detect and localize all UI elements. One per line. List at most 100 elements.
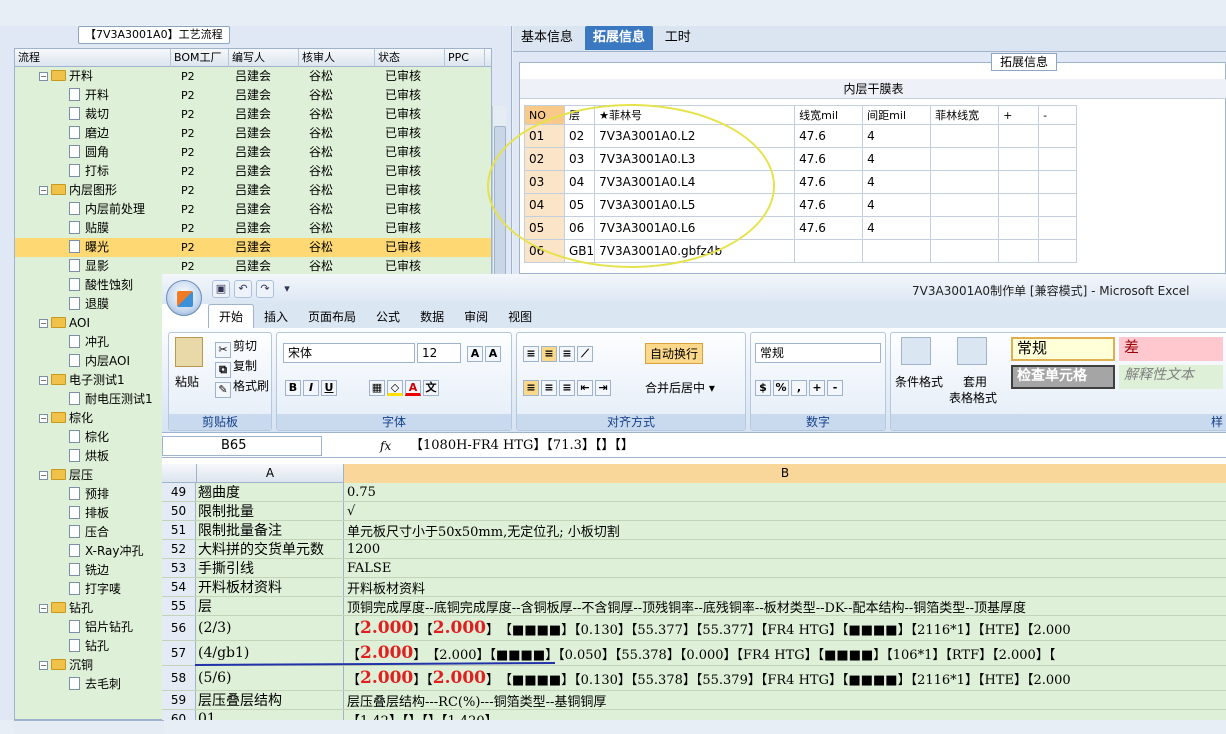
grid-cell[interactable] — [998, 216, 1040, 240]
collapse-toggle-icon[interactable]: − — [39, 319, 48, 328]
font-style-buttons[interactable]: BIU — [285, 377, 339, 396]
row-number[interactable]: 51 — [162, 521, 196, 539]
grid-cell[interactable] — [930, 147, 1000, 171]
tree-col-header[interactable]: 流程 — [15, 49, 171, 67]
bold-icon[interactable]: B — [285, 380, 301, 396]
grid-cell[interactable] — [998, 124, 1040, 148]
tree-item-row[interactable]: 贴膜 P2 吕建会 谷松 已审核 — [15, 219, 491, 238]
horizontal-align-buttons[interactable]: ≡ ≡ ≡ ⇤ ⇥ — [523, 377, 613, 396]
save-icon[interactable]: ▣ — [212, 280, 230, 298]
paste-button[interactable]: 粘贴 — [175, 373, 199, 390]
tree-col-header[interactable]: PPC — [445, 49, 485, 67]
row-number[interactable]: 60 — [162, 710, 196, 720]
cell-b[interactable]: 【2.000 】【 2.000】【■■■■】【0.130】【55.377】【55.3… — [345, 616, 1071, 640]
tree-folder-row[interactable]: − 内层图形 P2 吕建会 谷松 已审核 — [15, 181, 491, 200]
tree-item-row[interactable]: 开料 P2 吕建会 谷松 已审核 — [15, 86, 491, 105]
grid-cell[interactable] — [998, 170, 1040, 194]
fill-color-icon[interactable]: ◇ — [387, 380, 403, 396]
grid-cell[interactable]: 47.6 — [794, 170, 864, 194]
collapse-toggle-icon[interactable]: − — [39, 376, 48, 385]
vertical-align-buttons[interactable]: ≡ ≡ ≡ ⟋ — [523, 343, 595, 362]
paste-icon[interactable] — [175, 337, 203, 367]
ribbon-tab[interactable]: 页面布局 — [298, 305, 366, 329]
grid-cell[interactable]: 47.6 — [794, 147, 864, 171]
tree-col-header[interactable]: BOM工厂 — [171, 49, 229, 67]
grid-cell[interactable] — [1038, 193, 1078, 217]
grid-cell[interactable] — [1038, 170, 1078, 194]
collapse-toggle-icon[interactable]: − — [39, 471, 48, 480]
grid-cell[interactable] — [1038, 216, 1078, 240]
grid-cell[interactable] — [794, 239, 864, 263]
style-normal[interactable]: 常规 — [1011, 337, 1115, 361]
grid-cell[interactable] — [930, 239, 1000, 263]
underline-icon[interactable]: U — [321, 380, 337, 396]
table-format-icon[interactable] — [957, 337, 987, 365]
tree-item-row[interactable]: 内层前处理 P2 吕建会 谷松 已审核 — [15, 200, 491, 219]
conditional-format-button[interactable]: 条件格式 — [895, 373, 943, 390]
name-box[interactable]: B65 — [162, 436, 322, 456]
undo-icon[interactable]: ↶ — [234, 280, 252, 298]
grid-header-cell[interactable]: + — [998, 105, 1040, 125]
font-grow-button[interactable]: AA — [467, 343, 503, 362]
grid-cell[interactable] — [1038, 124, 1078, 148]
phonetic-icon[interactable]: 文 — [423, 380, 439, 396]
border-icon[interactable]: ▦ — [369, 380, 385, 396]
ribbon-tab[interactable]: 插入 — [254, 305, 298, 329]
office-button[interactable] — [166, 280, 202, 316]
cell-a[interactable]: 层 — [196, 597, 344, 615]
grid-cell[interactable]: 4 — [862, 124, 932, 148]
collapse-toggle-icon[interactable]: − — [39, 72, 48, 81]
table-format-button-line1[interactable]: 套用 — [963, 373, 987, 390]
grid-header-cell[interactable]: 间距mil — [862, 105, 932, 125]
number-buttons[interactable]: $%, + - — [755, 377, 845, 396]
ribbon-tab[interactable]: 视图 — [498, 305, 542, 329]
row-number[interactable]: 52 — [162, 540, 196, 558]
grid-cell[interactable]: 47.6 — [794, 124, 864, 148]
cell-a[interactable]: (4/gb1) — [196, 641, 344, 665]
cell-b[interactable]: √ — [345, 502, 355, 520]
cell-a[interactable]: 限制批量 — [196, 502, 344, 520]
border-fill-buttons[interactable]: ▦ ◇ A 文 — [369, 377, 441, 396]
cell-b[interactable]: 层压叠层结构---RC(%)---铜箔类型--基铜铜厚 — [345, 691, 606, 710]
format-painter-button[interactable]: ✎ 格式刷 — [215, 377, 269, 398]
cell-a[interactable]: (2/3) — [196, 616, 344, 640]
row-number[interactable]: 49 — [162, 483, 196, 501]
column-header-b[interactable]: B — [344, 464, 1226, 483]
row-number[interactable]: 54 — [162, 578, 196, 596]
insert-function-icon[interactable]: fx — [328, 436, 398, 456]
tree-item-row[interactable]: 磨边 P2 吕建会 谷松 已审核 — [15, 124, 491, 143]
number-format-select[interactable]: 常规 — [755, 343, 881, 363]
cell-a[interactable]: 01 — [196, 710, 344, 720]
qat-menu-icon[interactable]: ▾ — [278, 281, 296, 299]
tab-extended-info[interactable]: 拓展信息 — [584, 26, 653, 50]
grid-cell[interactable]: 4 — [862, 147, 932, 171]
cell-b[interactable]: 顶铜完成厚度--底铜完成厚度--含铜板厚--不含铜厚--顶残铜率--底残铜率--… — [345, 597, 1026, 616]
cell-b[interactable]: 【2.000】【2.000】【■■■■】【0.050】【55.378】【0.00… — [345, 641, 1055, 665]
cell-a[interactable]: 开料板材资料 — [196, 578, 344, 596]
cell-a[interactable]: 手撕引线 — [196, 559, 344, 577]
merge-center-button[interactable]: 合并后居中 ▾ — [645, 379, 715, 396]
collapse-toggle-icon[interactable]: − — [39, 661, 48, 670]
style-check-cell[interactable]: 检查单元格 — [1011, 365, 1115, 389]
style-explanatory[interactable]: 解释性文本 — [1119, 365, 1223, 389]
row-number[interactable]: 56 — [162, 616, 196, 640]
cell-a[interactable]: (5/6) — [196, 666, 344, 690]
tab-work-hours[interactable]: 工时 — [657, 26, 699, 50]
grid-cell[interactable] — [930, 193, 1000, 217]
row-number[interactable]: 57 — [162, 641, 196, 665]
ribbon-tab[interactable]: 开始 — [208, 304, 255, 328]
cell-b[interactable]: 开料板材资料 — [345, 578, 425, 597]
ribbon-tab[interactable]: 公式 — [366, 305, 410, 329]
grid-cell[interactable]: 47.6 — [794, 193, 864, 217]
grid-cell[interactable]: 4 — [862, 193, 932, 217]
grid-cell[interactable] — [998, 193, 1040, 217]
font-color-icon[interactable]: A — [405, 380, 421, 396]
copy-button[interactable]: ⧉ 复制 — [215, 357, 257, 378]
collapse-toggle-icon[interactable]: − — [39, 604, 48, 613]
collapse-toggle-icon[interactable]: − — [39, 186, 48, 195]
grid-cell[interactable] — [930, 124, 1000, 148]
cell-b[interactable]: 【2.000 】【 2.000】【■■■■】【0.130】【55.378】【55.3… — [345, 666, 1071, 690]
conditional-format-icon[interactable] — [901, 337, 931, 365]
grid-header-cell[interactable]: 线宽mil — [794, 105, 864, 125]
tree-col-header[interactable]: 状态 — [375, 49, 445, 67]
